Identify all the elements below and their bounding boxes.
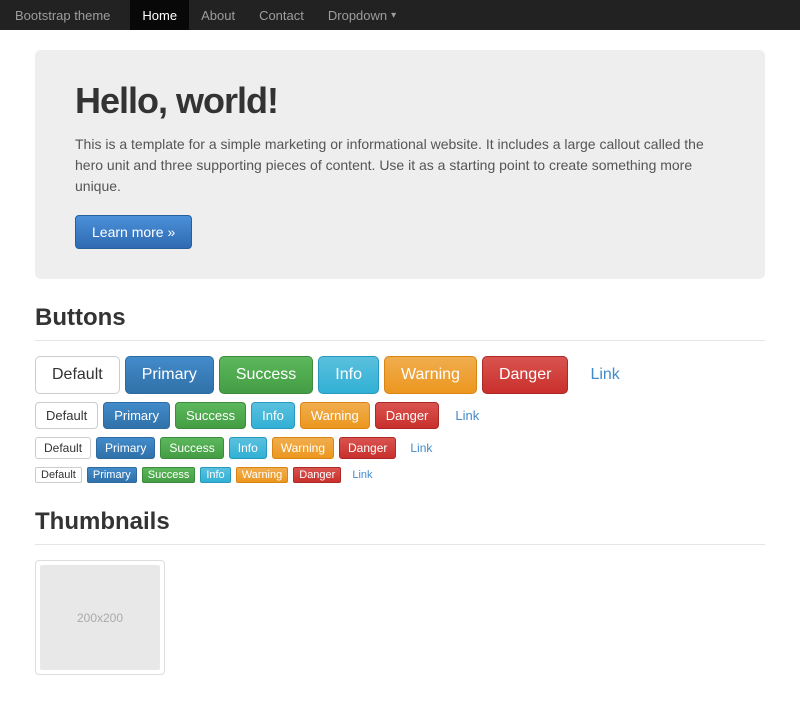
thumbnail-placeholder: 200x200: [40, 565, 160, 670]
btn-success-md[interactable]: Success: [175, 402, 246, 429]
chevron-down-icon: ▾: [391, 10, 396, 21]
button-row-lg: Default Primary Success Info Warning Dan…: [35, 356, 765, 394]
buttons-section: Buttons Default Primary Success Info War…: [35, 304, 765, 483]
btn-link-lg[interactable]: Link: [573, 356, 636, 394]
btn-info-sm[interactable]: Info: [229, 437, 267, 459]
hero-unit: Hello, world! This is a template for a s…: [35, 50, 765, 279]
btn-success-xs[interactable]: Success: [142, 467, 196, 483]
btn-danger-md[interactable]: Danger: [375, 402, 440, 429]
btn-default-xs[interactable]: Default: [35, 467, 82, 483]
btn-warning-xs[interactable]: Warning: [236, 467, 289, 483]
btn-default-sm[interactable]: Default: [35, 437, 91, 459]
nav-item-dropdown[interactable]: Dropdown ▾: [316, 0, 408, 30]
thumbnails-section-title: Thumbnails: [35, 508, 765, 545]
button-row-xs: Default Primary Success Info Warning Dan…: [35, 467, 765, 483]
nav-item-contact[interactable]: Contact: [247, 0, 316, 30]
btn-info-lg[interactable]: Info: [318, 356, 379, 394]
btn-warning-lg[interactable]: Warning: [384, 356, 477, 394]
btn-warning-sm[interactable]: Warning: [272, 437, 334, 459]
nav-items: Home About Contact Dropdown ▾: [130, 0, 408, 30]
btn-link-xs[interactable]: Link: [346, 467, 378, 483]
hero-heading: Hello, world!: [75, 80, 725, 122]
btn-default-md[interactable]: Default: [35, 402, 98, 429]
btn-link-md[interactable]: Link: [444, 402, 490, 429]
btn-primary-sm[interactable]: Primary: [96, 437, 155, 459]
btn-danger-lg[interactable]: Danger: [482, 356, 568, 394]
btn-danger-sm[interactable]: Danger: [339, 437, 396, 459]
button-row-sm: Default Primary Success Info Warning Dan…: [35, 437, 765, 459]
btn-warning-md[interactable]: Warning: [300, 402, 370, 429]
btn-default-lg[interactable]: Default: [35, 356, 120, 394]
btn-success-lg[interactable]: Success: [219, 356, 313, 394]
thumbnails-section: Thumbnails 200x200: [35, 508, 765, 675]
btn-primary-lg[interactable]: Primary: [125, 356, 214, 394]
dropdown-label: Dropdown: [328, 8, 387, 23]
btn-success-sm[interactable]: Success: [160, 437, 223, 459]
btn-danger-xs[interactable]: Danger: [293, 467, 341, 483]
learn-more-button[interactable]: Learn more »: [75, 215, 192, 249]
btn-info-xs[interactable]: Info: [200, 467, 230, 483]
nav-item-about[interactable]: About: [189, 0, 247, 30]
nav-item-home[interactable]: Home: [130, 0, 189, 30]
main-content: Hello, world! This is a template for a s…: [20, 30, 780, 715]
thumbnail[interactable]: 200x200: [35, 560, 165, 675]
navbar-brand[interactable]: Bootstrap theme: [15, 8, 110, 23]
hero-description: This is a template for a simple marketin…: [75, 134, 725, 197]
btn-primary-md[interactable]: Primary: [103, 402, 170, 429]
button-row-md: Default Primary Success Info Warning Dan…: [35, 402, 765, 429]
btn-info-md[interactable]: Info: [251, 402, 295, 429]
btn-link-sm[interactable]: Link: [401, 437, 441, 459]
btn-primary-xs[interactable]: Primary: [87, 467, 137, 483]
buttons-section-title: Buttons: [35, 304, 765, 341]
navbar: Bootstrap theme Home About Contact Dropd…: [0, 0, 800, 30]
